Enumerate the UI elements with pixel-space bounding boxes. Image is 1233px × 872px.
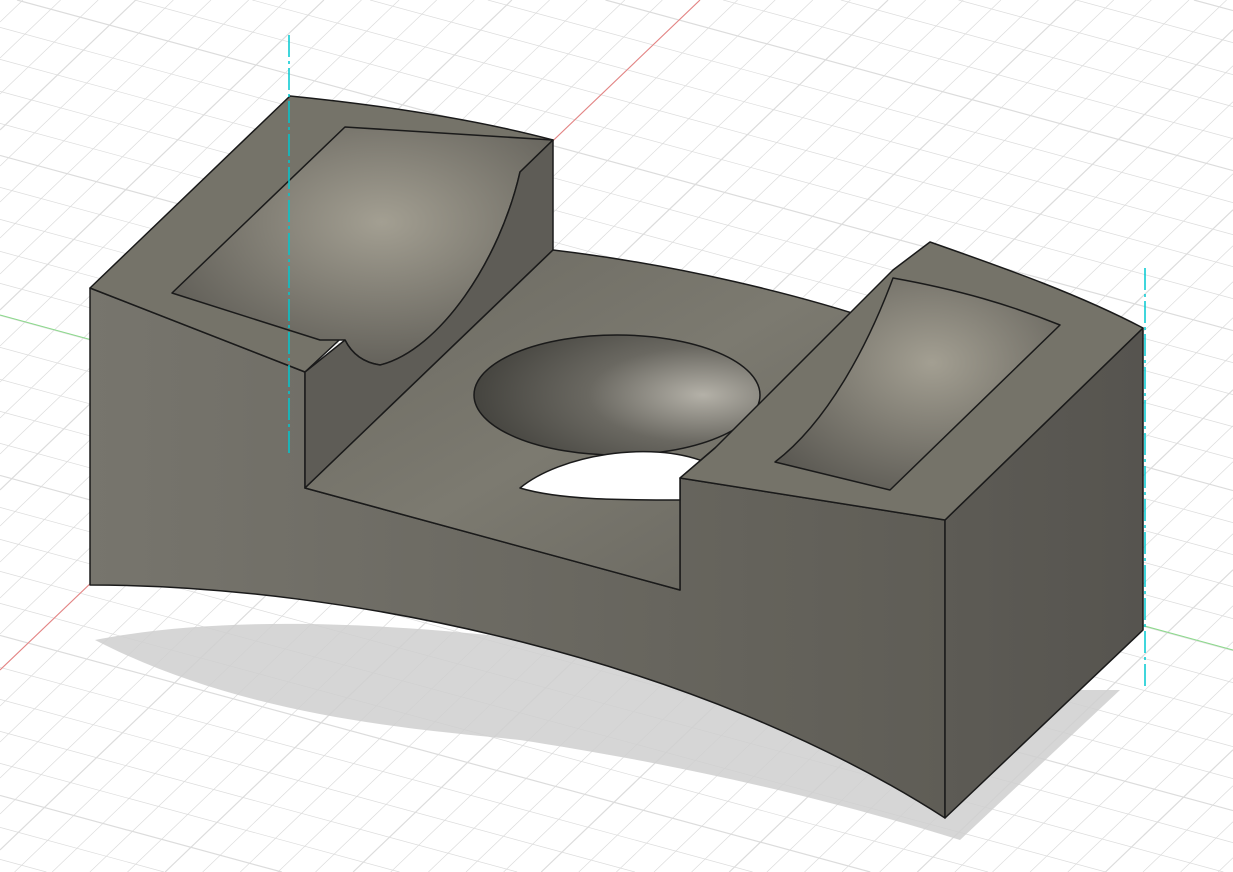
grid-line bbox=[0, 859, 47, 872]
canvas-3d[interactable] bbox=[0, 0, 1233, 872]
grid-line bbox=[0, 827, 165, 872]
grid-line bbox=[0, 0, 24, 23]
grid-line bbox=[1193, 0, 1233, 12]
cad-viewport[interactable] bbox=[0, 0, 1233, 872]
grid-line bbox=[1076, 0, 1233, 43]
grid-line bbox=[723, 0, 1233, 139]
grid-line bbox=[840, 0, 1233, 107]
grid-line bbox=[1180, 821, 1233, 872]
grid-line bbox=[1067, 713, 1233, 872]
grid-line bbox=[0, 0, 212, 203]
grid-line bbox=[0, 763, 400, 872]
grid-line bbox=[0, 794, 282, 872]
center-hole bbox=[473, 334, 761, 456]
grid-line bbox=[0, 0, 99, 95]
grid-line bbox=[605, 0, 1233, 172]
grid-line bbox=[1104, 749, 1233, 872]
grid-line bbox=[0, 0, 61, 59]
grid-line bbox=[0, 731, 518, 872]
grid-line bbox=[1217, 857, 1233, 872]
